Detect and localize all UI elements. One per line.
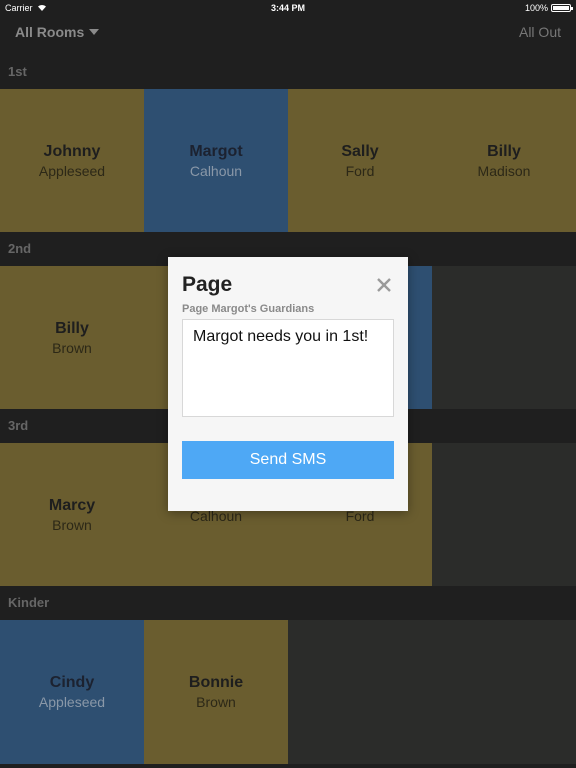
status-time: 3:44 PM [270,3,305,13]
child-first-name: Marcy [48,497,96,514]
child-last-name: Brown [196,694,236,710]
page-modal: Page Page Margot's Guardians Margot need… [168,257,408,511]
app: Carrier 3:44 PM 100% All Rooms All Out 1… [0,0,576,768]
status-right: 100% [524,0,573,16]
room-row: Johnny Appleseed Margot Calhoun Sally Ford Bil… [0,89,576,233]
send-sms-button[interactable]: Send SMS [182,441,394,479]
child-last-name: Calhoun [189,163,243,179]
modal-subtitle: Page Margot's Guardians [182,303,315,315]
chevron-down-icon [89,29,100,35]
empty-tile [288,620,432,764]
message-input[interactable]: Margot needs you in 1st! [182,319,394,417]
child-tile[interactable]: Marcy Brown [0,443,144,587]
child-first-name: Margot [189,143,243,160]
room-selector-dropdown[interactable]: All Rooms [15,24,100,40]
child-tile[interactable]: Margot Calhoun [144,89,288,233]
child-first-name: Sally [341,143,379,160]
empty-tile [432,266,576,410]
child-last-name: Appleseed [38,694,106,710]
room-selector-label: All Rooms [15,24,85,40]
section-header: Kinder [0,586,576,620]
child-last-name: Brown [52,517,92,533]
section-header: 1st [0,55,576,89]
battery-percent: 100% [524,3,548,13]
child-tile[interactable]: Johnny Appleseed [0,89,144,233]
modal-title: Page [182,273,233,296]
child-first-name: Billy [55,320,89,337]
child-first-name: Johnny [43,143,101,160]
child-first-name: Cindy [49,674,95,691]
battery-icon [551,4,573,12]
top-bar: All Rooms All Out [0,16,576,54]
child-last-name: Madison [477,163,531,179]
child-first-name: Bonnie [188,674,244,691]
close-icon[interactable] [374,275,394,295]
all-out-button[interactable]: All Out [519,24,561,40]
child-last-name: Appleseed [38,163,106,179]
empty-tile [432,620,576,764]
child-tile[interactable]: Cindy Appleseed [0,620,144,764]
child-tile[interactable]: Billy Brown [0,266,144,410]
room-row: Cindy Appleseed Bonnie Brown [0,620,576,764]
child-tile[interactable]: Sally Ford [288,89,432,233]
child-last-name: Brown [52,340,92,356]
child-first-name: Billy [487,143,521,160]
child-tile[interactable]: Billy Madison [432,89,576,233]
empty-tile [432,443,576,587]
child-tile[interactable]: Bonnie Brown [144,620,288,764]
status-bar: Carrier 3:44 PM 100% [0,0,576,16]
child-last-name: Ford [345,163,375,179]
